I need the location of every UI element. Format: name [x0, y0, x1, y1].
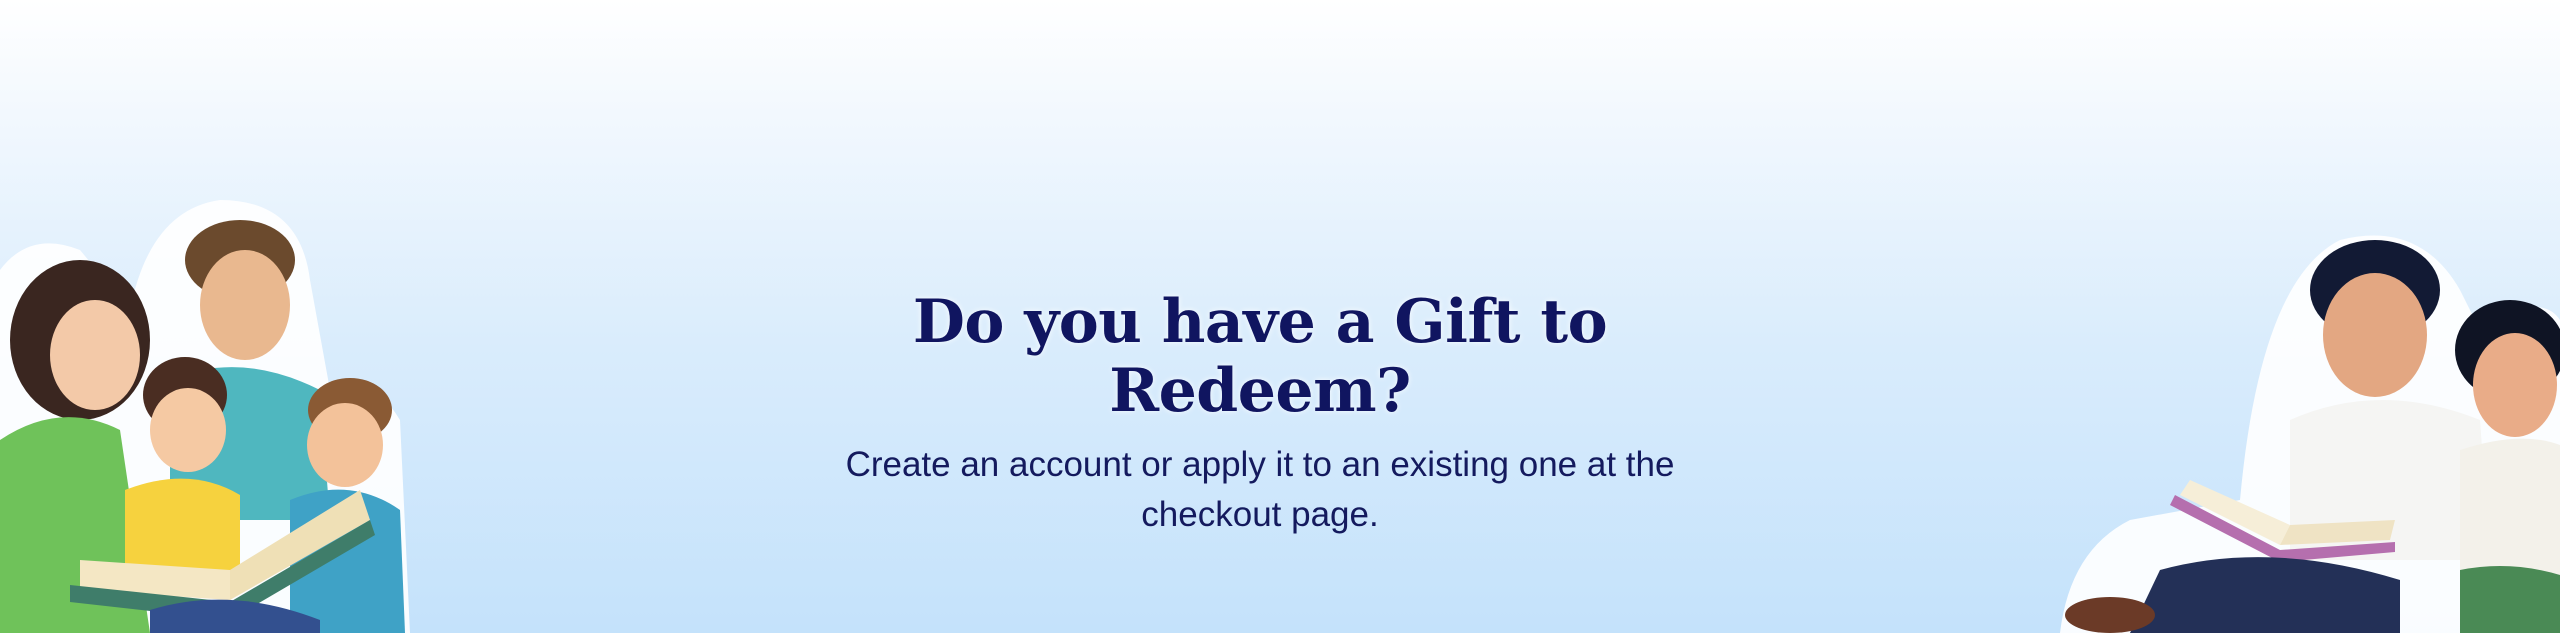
gift-redeem-message: Do you have a Gift to Redeem? Create an …	[780, 288, 1740, 540]
gift-redeem-title: Do you have a Gift to Redeem?	[912, 287, 1608, 426]
gift-redeem-banner: Do you have a Gift to Redeem? Create an …	[0, 0, 2560, 633]
family-reading-illustration	[0, 200, 410, 633]
gift-redeem-subtitle: Create an account or apply it to an exis…	[845, 445, 1675, 534]
children-reading-illustration	[2060, 235, 2560, 633]
